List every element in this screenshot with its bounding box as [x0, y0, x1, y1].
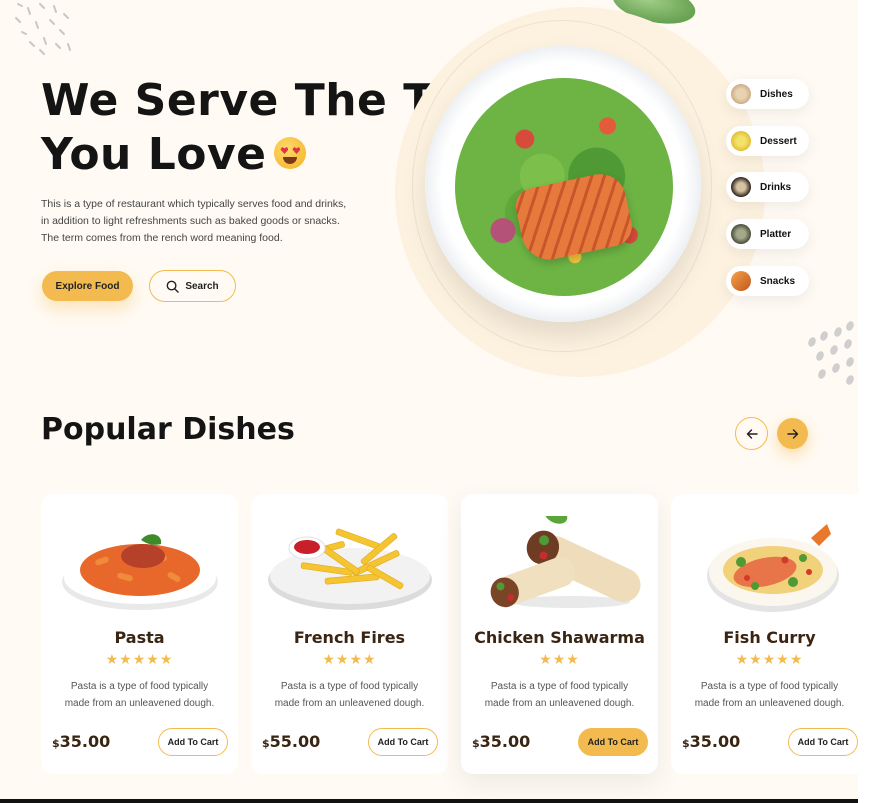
category-label: Drinks — [760, 181, 792, 193]
price-currency: $ — [52, 737, 60, 750]
heart-eyes-emoji-icon — [274, 137, 307, 169]
bottom-edge-divider — [0, 799, 858, 803]
add-to-cart-button[interactable]: Add To Cart — [578, 728, 648, 756]
french-fries-image — [268, 528, 432, 610]
arrow-left-icon — [746, 428, 758, 439]
arrow-right-icon — [786, 428, 798, 439]
price-currency: $ — [472, 737, 480, 750]
search-button[interactable]: Search — [149, 270, 236, 302]
fish-curry-image — [707, 524, 839, 612]
dish-card-pasta[interactable]: Pasta ★★★★★ Pasta is a type of food typi… — [41, 494, 238, 774]
dots-decoration — [808, 321, 854, 385]
add-to-cart-button[interactable]: Add To Cart — [788, 728, 858, 756]
dish-description: Pasta is a type of food typically made f… — [694, 681, 845, 709]
search-icon — [166, 280, 180, 293]
add-to-cart-button[interactable]: Add To Cart — [368, 728, 438, 756]
hero-title-line-2: You Love — [41, 129, 267, 180]
dish-name: French Fires — [293, 628, 406, 647]
dish-price: $35.00 — [52, 732, 110, 751]
dish-rating-stars: ★★★ — [539, 652, 580, 668]
dish-price: $55.00 — [262, 732, 320, 751]
landing-page: We Serve The Test You Love This is a typ… — [0, 0, 858, 803]
dish-name: Chicken Shawarma — [474, 628, 645, 647]
platter-thumb-icon — [731, 224, 751, 244]
search-button-label: Search — [185, 280, 219, 292]
category-label: Dessert — [760, 135, 797, 147]
drinks-thumb-icon — [731, 177, 751, 197]
dish-price: $35.00 — [472, 732, 530, 751]
dish-description: Pasta is a type of food typically made f… — [484, 681, 635, 709]
category-label: Dishes — [760, 88, 793, 100]
dish-rating-stars: ★★★★ — [322, 652, 377, 668]
category-snacks[interactable]: Snacks — [726, 266, 809, 296]
category-platter[interactable]: Platter — [726, 219, 809, 249]
dishes-thumb-icon — [731, 84, 751, 104]
category-dishes[interactable]: Dishes — [726, 79, 809, 109]
popular-dishes-title: Popular Dishes — [41, 412, 295, 447]
price-amount: 35.00 — [689, 732, 741, 751]
hero-description: This is a type of restaurant which typic… — [41, 198, 347, 244]
explore-food-button[interactable]: Explore Food — [42, 271, 133, 301]
dish-name: Fish Curry — [723, 628, 816, 647]
dish-rating-stars: ★★★★★ — [735, 652, 804, 668]
dish-card-fish-curry[interactable]: Fish Curry ★★★★★ Pasta is a type of food… — [671, 494, 858, 774]
next-button[interactable] — [777, 418, 808, 449]
shawarma-image — [490, 516, 641, 608]
dish-name: Pasta — [114, 628, 165, 647]
category-label: Platter — [760, 228, 792, 240]
category-label: Snacks — [760, 275, 796, 287]
previous-button[interactable] — [735, 417, 768, 450]
dish-price: $35.00 — [682, 732, 740, 751]
dish-description: Pasta is a type of food typically made f… — [64, 681, 215, 709]
dish-description: Pasta is a type of food typically made f… — [274, 681, 425, 709]
price-amount: 35.00 — [59, 732, 111, 751]
dish-card-french-fires[interactable]: French Fires ★★★★ Pasta is a type of foo… — [251, 494, 448, 774]
snacks-thumb-icon — [731, 271, 751, 291]
price-currency: $ — [262, 737, 270, 750]
price-amount: 35.00 — [479, 732, 531, 751]
dish-rating-stars: ★★★★★ — [105, 652, 174, 668]
price-amount: 55.00 — [269, 732, 321, 751]
category-dessert[interactable]: Dessert — [726, 126, 809, 156]
price-currency: $ — [682, 737, 690, 750]
pasta-image — [62, 534, 218, 610]
dessert-thumb-icon — [731, 131, 751, 151]
dish-card-chicken-shawarma[interactable]: Chicken Shawarma ★★★ Pasta is a type of … — [461, 494, 658, 774]
add-to-cart-button[interactable]: Add To Cart — [158, 728, 228, 756]
sprinkle-decoration — [15, 3, 71, 55]
category-drinks[interactable]: Drinks — [726, 172, 809, 202]
